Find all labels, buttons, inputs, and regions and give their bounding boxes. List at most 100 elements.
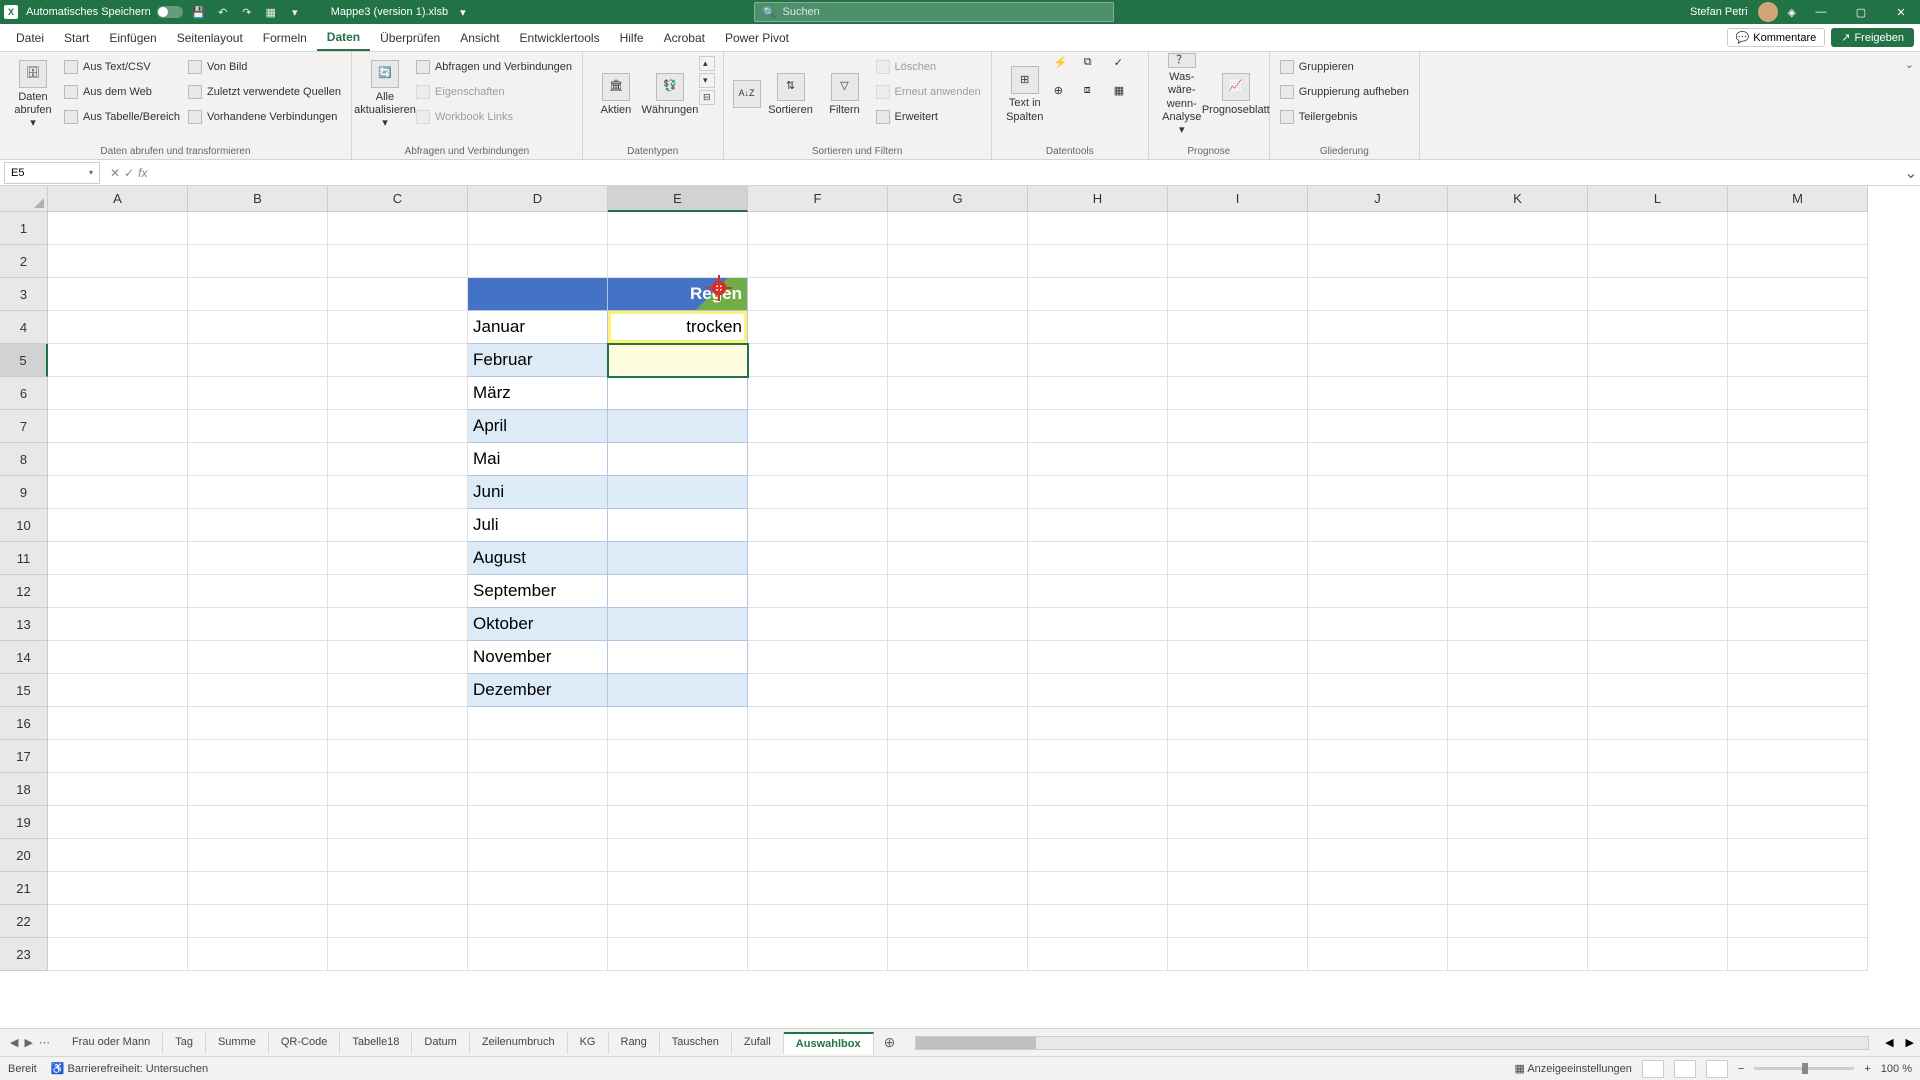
cell-E6[interactable]: [608, 377, 748, 410]
cell-J10[interactable]: [1308, 509, 1448, 542]
row-header[interactable]: 3: [0, 278, 48, 311]
row-header[interactable]: 11: [0, 542, 48, 575]
cell-M15[interactable]: [1728, 674, 1868, 707]
cell-E20[interactable]: [608, 839, 748, 872]
cell-E17[interactable]: [608, 740, 748, 773]
cell-M17[interactable]: [1728, 740, 1868, 773]
cell-K15[interactable]: [1448, 674, 1588, 707]
cell-C16[interactable]: [328, 707, 468, 740]
cell-E4[interactable]: trocken: [608, 311, 748, 344]
cell-D19[interactable]: [468, 806, 608, 839]
row-header[interactable]: 2: [0, 245, 48, 278]
forecast-button[interactable]: 📈Prognoseblatt: [1211, 56, 1261, 134]
cell-I16[interactable]: [1168, 707, 1308, 740]
cell-H14[interactable]: [1028, 641, 1168, 674]
cell-L13[interactable]: [1588, 608, 1728, 641]
cell-M16[interactable]: [1728, 707, 1868, 740]
select-all-corner[interactable]: [0, 186, 48, 212]
cell-B13[interactable]: [188, 608, 328, 641]
sheet-nav-more-icon[interactable]: ⋯: [39, 1036, 50, 1049]
cell-A15[interactable]: [48, 674, 188, 707]
cell-L23[interactable]: [1588, 938, 1728, 971]
save-icon[interactable]: 💾: [191, 4, 207, 20]
cell-C12[interactable]: [328, 575, 468, 608]
row-header[interactable]: 6: [0, 377, 48, 410]
flash-fill-icon[interactable]: ⚡: [1054, 56, 1078, 80]
cell-M11[interactable]: [1728, 542, 1868, 575]
cell-K23[interactable]: [1448, 938, 1588, 971]
cell-C23[interactable]: [328, 938, 468, 971]
cell-B22[interactable]: [188, 905, 328, 938]
cell-A4[interactable]: [48, 311, 188, 344]
cell-F7[interactable]: [748, 410, 888, 443]
autosave-toggle[interactable]: Automatisches Speichern: [26, 6, 183, 18]
cell-F3[interactable]: [748, 278, 888, 311]
zoom-level[interactable]: 100 %: [1881, 1063, 1912, 1075]
cell-M5[interactable]: [1728, 344, 1868, 377]
cell-D1[interactable]: [468, 212, 608, 245]
cell-A11[interactable]: [48, 542, 188, 575]
column-header[interactable]: H: [1028, 186, 1168, 212]
cell-B1[interactable]: [188, 212, 328, 245]
cell-I19[interactable]: [1168, 806, 1308, 839]
cell-K9[interactable]: [1448, 476, 1588, 509]
qat-more-icon[interactable]: ▾: [287, 4, 303, 20]
cell-H11[interactable]: [1028, 542, 1168, 575]
cell-E11[interactable]: [608, 542, 748, 575]
username[interactable]: Stefan Petri: [1690, 6, 1747, 18]
cell-A12[interactable]: [48, 575, 188, 608]
cell-I7[interactable]: [1168, 410, 1308, 443]
cell-B10[interactable]: [188, 509, 328, 542]
cell-J5[interactable]: [1308, 344, 1448, 377]
cell-A17[interactable]: [48, 740, 188, 773]
cell-L14[interactable]: [1588, 641, 1728, 674]
cell-H1[interactable]: [1028, 212, 1168, 245]
collapse-ribbon-icon[interactable]: ⌄: [1905, 59, 1914, 71]
cell-G2[interactable]: [888, 245, 1028, 278]
cell-C19[interactable]: [328, 806, 468, 839]
cell-C2[interactable]: [328, 245, 468, 278]
cell-B3[interactable]: [188, 278, 328, 311]
cell-C11[interactable]: [328, 542, 468, 575]
consolidate-icon[interactable]: ⊕: [1054, 84, 1078, 108]
cell-G17[interactable]: [888, 740, 1028, 773]
sort-az-button[interactable]: A↓Z: [732, 56, 762, 134]
cell-E14[interactable]: [608, 641, 748, 674]
normal-view-button[interactable]: [1642, 1060, 1664, 1078]
datatype-prev-icon[interactable]: ▴: [699, 56, 715, 71]
cell-D10[interactable]: Juli: [468, 509, 608, 542]
cell-D5[interactable]: Februar: [468, 344, 608, 377]
cell-J11[interactable]: [1308, 542, 1448, 575]
scrollbar-thumb[interactable]: [916, 1037, 1036, 1049]
cell-B11[interactable]: [188, 542, 328, 575]
cell-J16[interactable]: [1308, 707, 1448, 740]
cell-J4[interactable]: [1308, 311, 1448, 344]
datatype-next-icon[interactable]: ▾: [699, 73, 715, 88]
cell-E18[interactable]: [608, 773, 748, 806]
cell-D3[interactable]: [468, 278, 608, 311]
sheet-tab[interactable]: Tabelle18: [340, 1032, 412, 1054]
cell-L6[interactable]: [1588, 377, 1728, 410]
cell-A21[interactable]: [48, 872, 188, 905]
sort-button[interactable]: ⇅Sortieren: [766, 56, 816, 134]
enter-formula-icon[interactable]: ✓: [124, 166, 134, 180]
cell-G20[interactable]: [888, 839, 1028, 872]
cell-B18[interactable]: [188, 773, 328, 806]
cell-F20[interactable]: [748, 839, 888, 872]
cell-G16[interactable]: [888, 707, 1028, 740]
cell-B12[interactable]: [188, 575, 328, 608]
cell-M6[interactable]: [1728, 377, 1868, 410]
cell-J18[interactable]: [1308, 773, 1448, 806]
ribbon-tab-entwicklertools[interactable]: Entwicklertools: [510, 24, 610, 51]
cell-C18[interactable]: [328, 773, 468, 806]
column-header[interactable]: B: [188, 186, 328, 212]
cell-G14[interactable]: [888, 641, 1028, 674]
cell-C21[interactable]: [328, 872, 468, 905]
cell-D15[interactable]: Dezember: [468, 674, 608, 707]
ribbon-item[interactable]: Vorhandene Verbindungen: [186, 106, 343, 128]
cell-A14[interactable]: [48, 641, 188, 674]
ribbon-tab-hilfe[interactable]: Hilfe: [610, 24, 654, 51]
cell-F23[interactable]: [748, 938, 888, 971]
cell-L16[interactable]: [1588, 707, 1728, 740]
cell-A23[interactable]: [48, 938, 188, 971]
